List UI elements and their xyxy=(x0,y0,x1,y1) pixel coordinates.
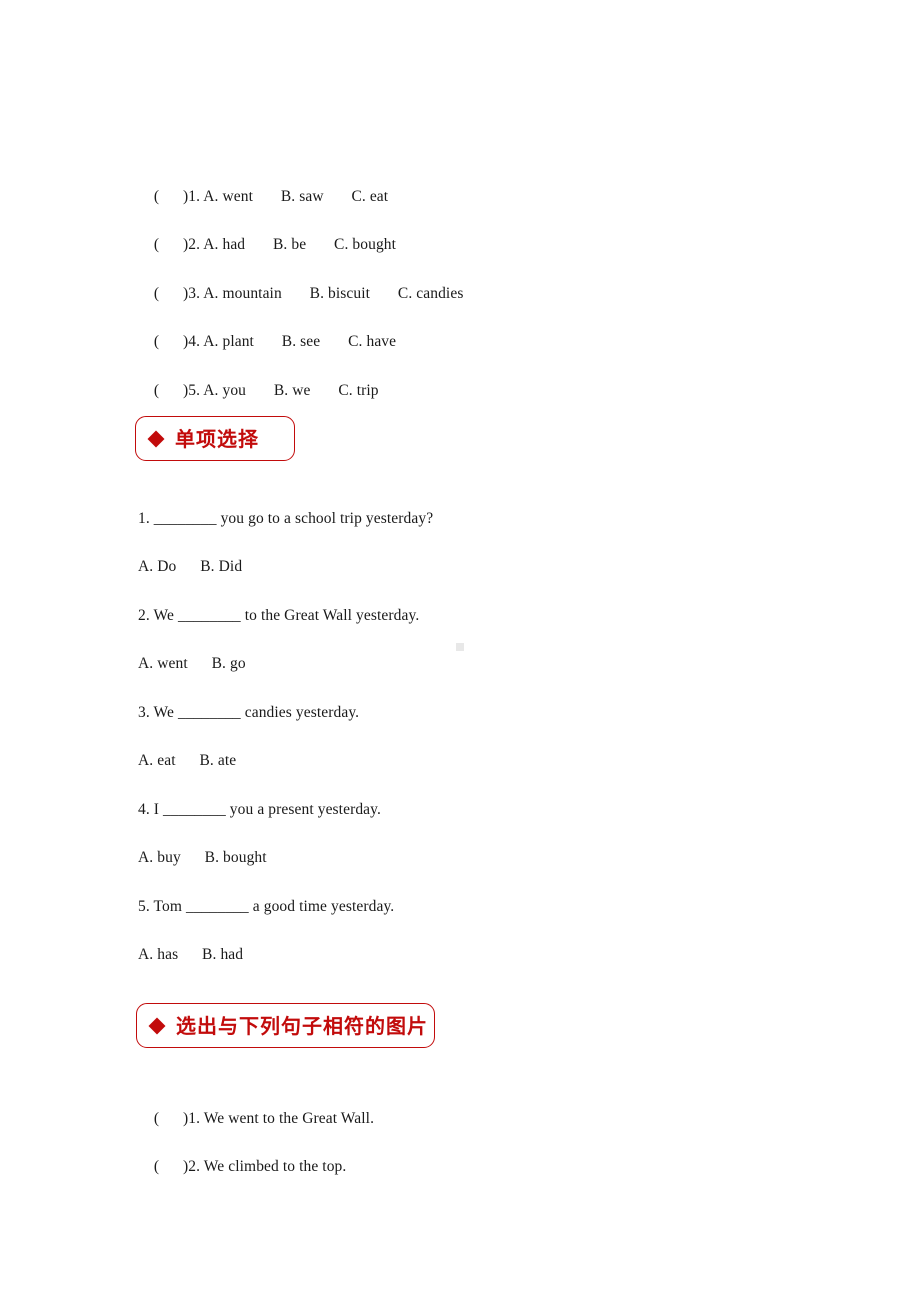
diamond-bullet-icon xyxy=(148,1017,166,1034)
list-item-text: 2. We climbed to the top. xyxy=(188,1158,347,1175)
answer-bracket[interactable]: ( ) xyxy=(154,382,188,399)
question-options[interactable]: A. Do B. Did xyxy=(138,558,242,576)
question-stem: 5. Tom ________ a good time yesterday. xyxy=(138,898,395,915)
diamond-bullet-icon xyxy=(147,430,165,447)
answer-bracket[interactable]: ( ) xyxy=(154,236,188,253)
list-item-text: 5. A. you B. we C. trip xyxy=(188,382,379,399)
question-options[interactable]: A. has B. had xyxy=(138,946,243,964)
list-item: ( )2. A. had B. be C. bought xyxy=(138,218,396,272)
section-header-picture-match: 选出与下列句子相符的图片 xyxy=(136,1003,443,1054)
question-stem: 3. We ________ candies yesterday. xyxy=(138,704,360,721)
list-item-text: 2. A. had B. be C. bought xyxy=(188,236,397,253)
list-item-text: 4. A. plant B. see C. have xyxy=(188,333,397,350)
question-stem: 4. I ________ you a present yesterday. xyxy=(138,801,381,818)
list-item: ( )2. We climbed to the top. xyxy=(138,1140,346,1194)
section-title: 选出与下列句子相符的图片 xyxy=(176,1013,428,1038)
question-options[interactable]: A. went B. go xyxy=(138,655,246,673)
question-stem: 1. ________ you go to a school trip yest… xyxy=(138,510,434,527)
list-item: ( )1. We went to the Great Wall. xyxy=(138,1092,374,1146)
scan-artifact xyxy=(456,643,464,651)
answer-bracket[interactable]: ( ) xyxy=(154,1158,188,1175)
list-item-text: 1. We went to the Great Wall. xyxy=(188,1110,375,1127)
answer-bracket[interactable]: ( ) xyxy=(154,285,188,302)
list-item-text: 3. A. mountain B. biscuit C. candies xyxy=(188,285,464,302)
answer-bracket[interactable]: ( ) xyxy=(154,333,188,350)
list-item: ( )1. A. went B. saw C. eat xyxy=(138,170,388,224)
question-options[interactable]: A. eat B. ate xyxy=(138,752,236,770)
section-header-single-choice: 单项选择 xyxy=(135,416,303,467)
worksheet-page: ( )1. A. went B. saw C. eat ( )2. A. had… xyxy=(0,0,920,1302)
question-options[interactable]: A. buy B. bought xyxy=(138,849,267,867)
answer-bracket[interactable]: ( ) xyxy=(154,188,188,205)
answer-bracket[interactable]: ( ) xyxy=(154,1110,188,1127)
list-item: ( )3. A. mountain B. biscuit C. candies xyxy=(138,267,463,321)
list-item: ( )5. A. you B. we C. trip xyxy=(138,364,379,418)
section-title: 单项选择 xyxy=(175,426,259,451)
list-item: ( )4. A. plant B. see C. have xyxy=(138,315,396,369)
question-stem: 2. We ________ to the Great Wall yesterd… xyxy=(138,607,420,624)
list-item-text: 1. A. went B. saw C. eat xyxy=(188,188,389,205)
